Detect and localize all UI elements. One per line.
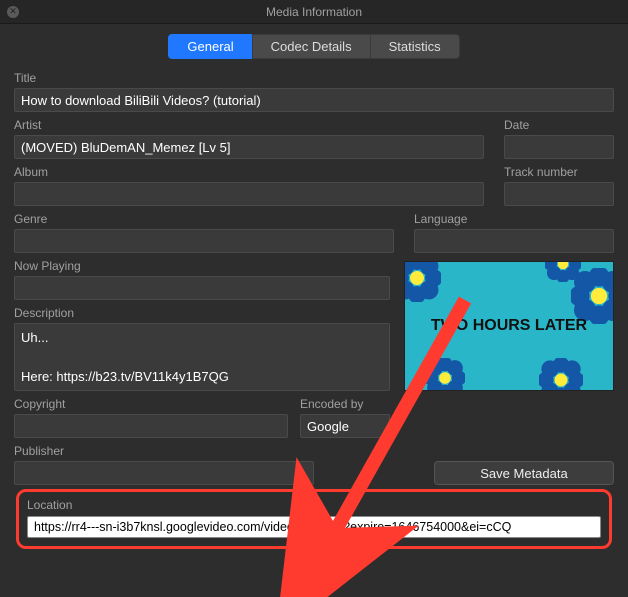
flower-icon	[425, 358, 465, 391]
tab-statistics[interactable]: Statistics	[370, 34, 460, 59]
video-thumbnail: TWO HOURS LATER	[404, 261, 614, 391]
genre-label: Genre	[14, 212, 394, 226]
now-playing-field[interactable]	[14, 276, 390, 300]
location-field[interactable]	[27, 516, 601, 538]
genre-field[interactable]	[14, 229, 394, 253]
close-icon[interactable]: ✕	[7, 6, 19, 18]
date-field[interactable]	[504, 135, 614, 159]
language-label: Language	[414, 212, 614, 226]
description-label: Description	[14, 306, 390, 320]
location-label: Location	[27, 498, 601, 512]
flower-icon	[539, 358, 583, 391]
language-field[interactable]	[414, 229, 614, 253]
tab-general[interactable]: General	[168, 34, 252, 59]
encoded-by-label: Encoded by	[300, 397, 390, 411]
description-field[interactable]	[14, 323, 390, 391]
tabs: General Codec Details Statistics	[0, 34, 628, 59]
album-field[interactable]	[14, 182, 484, 206]
tab-codec-details[interactable]: Codec Details	[252, 34, 371, 59]
artist-field[interactable]	[14, 135, 484, 159]
flower-icon	[404, 261, 441, 302]
window-title: Media Information	[266, 5, 362, 19]
flower-icon	[545, 261, 581, 282]
location-highlight: Location	[16, 489, 612, 549]
encoded-by-field[interactable]	[300, 414, 390, 438]
thumbnail-overlay-text: TWO HOURS LATER	[405, 317, 613, 335]
now-playing-label: Now Playing	[14, 259, 390, 273]
save-metadata-button[interactable]: Save Metadata	[434, 461, 614, 485]
title-label: Title	[14, 71, 614, 85]
artist-label: Artist	[14, 118, 484, 132]
date-label: Date	[504, 118, 614, 132]
track-number-field[interactable]	[504, 182, 614, 206]
copyright-field[interactable]	[14, 414, 288, 438]
publisher-field[interactable]	[14, 461, 314, 485]
titlebar: ✕ Media Information	[0, 0, 628, 24]
track-number-label: Track number	[504, 165, 614, 179]
album-label: Album	[14, 165, 484, 179]
title-field[interactable]	[14, 88, 614, 112]
copyright-label: Copyright	[14, 397, 288, 411]
publisher-label: Publisher	[14, 444, 390, 458]
